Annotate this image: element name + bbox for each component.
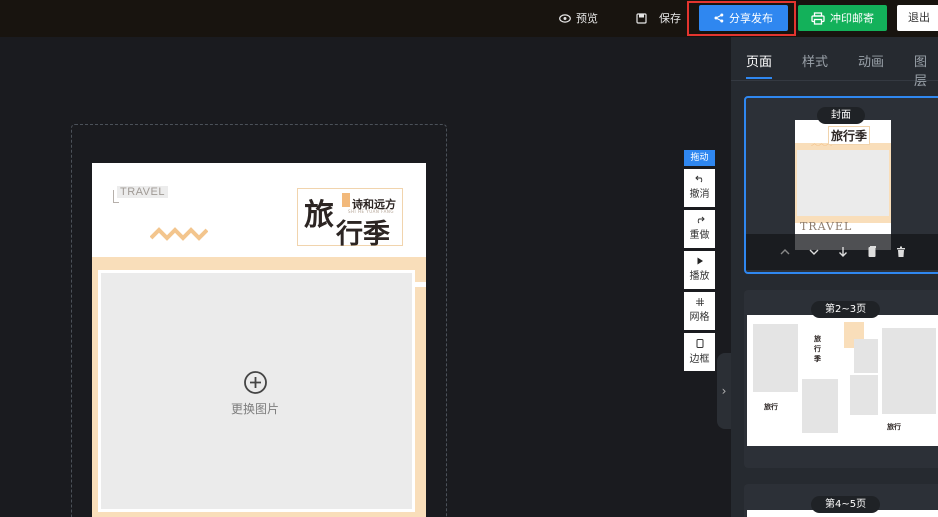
cover-thumbnail-photo bbox=[797, 150, 889, 216]
title-tag-decoration bbox=[342, 193, 350, 207]
border-button[interactable]: 边框 bbox=[684, 333, 715, 371]
panel-tabs: 页面 样式 动画 图层 bbox=[731, 37, 938, 89]
floating-toolbar: 拖动 撤消 重做 播放 网格 边框 bbox=[684, 150, 715, 372]
play-icon bbox=[697, 257, 703, 265]
undo-icon bbox=[694, 175, 702, 183]
add-circle-icon[interactable] bbox=[243, 370, 268, 395]
tab-styles[interactable]: 样式 bbox=[802, 51, 828, 70]
move-down-icon[interactable] bbox=[807, 245, 821, 259]
move-up-icon[interactable] bbox=[778, 245, 792, 259]
page-badge-4-5: 第4~5页 bbox=[811, 496, 881, 513]
share-label: 分享发布 bbox=[729, 12, 773, 25]
print-label: 冲印邮寄 bbox=[830, 12, 874, 25]
eye-icon bbox=[559, 13, 571, 23]
spread-thumbnail: 旅行季 旅行 旅行 bbox=[747, 315, 938, 446]
play-label: 播放 bbox=[689, 271, 710, 282]
travel-text[interactable]: TRAVEL bbox=[117, 186, 168, 198]
spread-photo bbox=[802, 379, 838, 433]
drag-handle[interactable]: 拖动 bbox=[684, 150, 715, 166]
tab-layers[interactable]: 图层 bbox=[914, 51, 938, 89]
border-label: 边框 bbox=[689, 354, 710, 365]
border-icon bbox=[696, 339, 703, 348]
share-publish-button[interactable]: 分享发布 bbox=[699, 5, 788, 31]
replace-image-label[interactable]: 更换图片 bbox=[231, 400, 279, 417]
active-tab-indicator bbox=[746, 77, 772, 79]
title-char-lv: 旅 bbox=[304, 198, 334, 233]
share-icon bbox=[714, 13, 724, 23]
title-chars-xingji: 行季 bbox=[336, 219, 390, 250]
cover-thumbnail-travel: TRAVEL bbox=[800, 220, 853, 233]
grid-button[interactable]: 网格 bbox=[684, 292, 715, 330]
grid-icon bbox=[695, 298, 704, 306]
preview-button[interactable]: 预览 bbox=[559, 10, 598, 26]
spread-title-mark: 旅行 bbox=[887, 422, 901, 431]
card-actions-bar bbox=[746, 234, 938, 270]
save-button[interactable]: 保存 bbox=[636, 10, 681, 26]
preview-label: 预览 bbox=[576, 12, 598, 25]
printer-icon bbox=[811, 11, 825, 25]
play-button[interactable]: 播放 bbox=[684, 251, 715, 289]
panel-collapse-handle[interactable]: › bbox=[717, 353, 731, 429]
copy-icon[interactable] bbox=[865, 245, 879, 259]
undo-label: 撤消 bbox=[689, 189, 710, 200]
spread-photo bbox=[753, 324, 798, 392]
redo-label: 重做 bbox=[689, 230, 710, 241]
spread-photo bbox=[854, 339, 878, 373]
page-badge-2-3: 第2~3页 bbox=[811, 301, 881, 318]
redo-button[interactable]: 重做 bbox=[684, 210, 715, 248]
print-mail-button[interactable]: 冲印邮寄 bbox=[798, 5, 887, 31]
chevron-right-icon: › bbox=[721, 384, 727, 398]
photo-side-tab bbox=[415, 282, 426, 287]
tab-animation[interactable]: 动画 bbox=[858, 51, 884, 70]
page-badge-cover: 封面 bbox=[817, 107, 865, 124]
redo-icon bbox=[697, 216, 705, 224]
spread-title-mark: 旅行 bbox=[764, 402, 778, 411]
move-bottom-icon[interactable] bbox=[836, 245, 850, 259]
spread-title-mark: 旅行季 bbox=[814, 334, 821, 363]
cover-thumbnail-title: 旅行季 bbox=[828, 126, 871, 145]
delete-icon[interactable] bbox=[894, 245, 908, 259]
spread-photo bbox=[882, 328, 936, 414]
undo-button[interactable]: 撤消 bbox=[684, 169, 715, 207]
exit-button[interactable]: 退出 bbox=[897, 5, 938, 31]
spread-photo bbox=[850, 375, 878, 415]
exit-label: 退出 bbox=[908, 11, 930, 24]
save-icon bbox=[636, 12, 647, 24]
grid-label: 网格 bbox=[689, 312, 710, 323]
tab-pages[interactable]: 页面 bbox=[746, 51, 772, 70]
save-label: 保存 bbox=[659, 12, 681, 25]
zigzag-decoration bbox=[150, 227, 208, 241]
